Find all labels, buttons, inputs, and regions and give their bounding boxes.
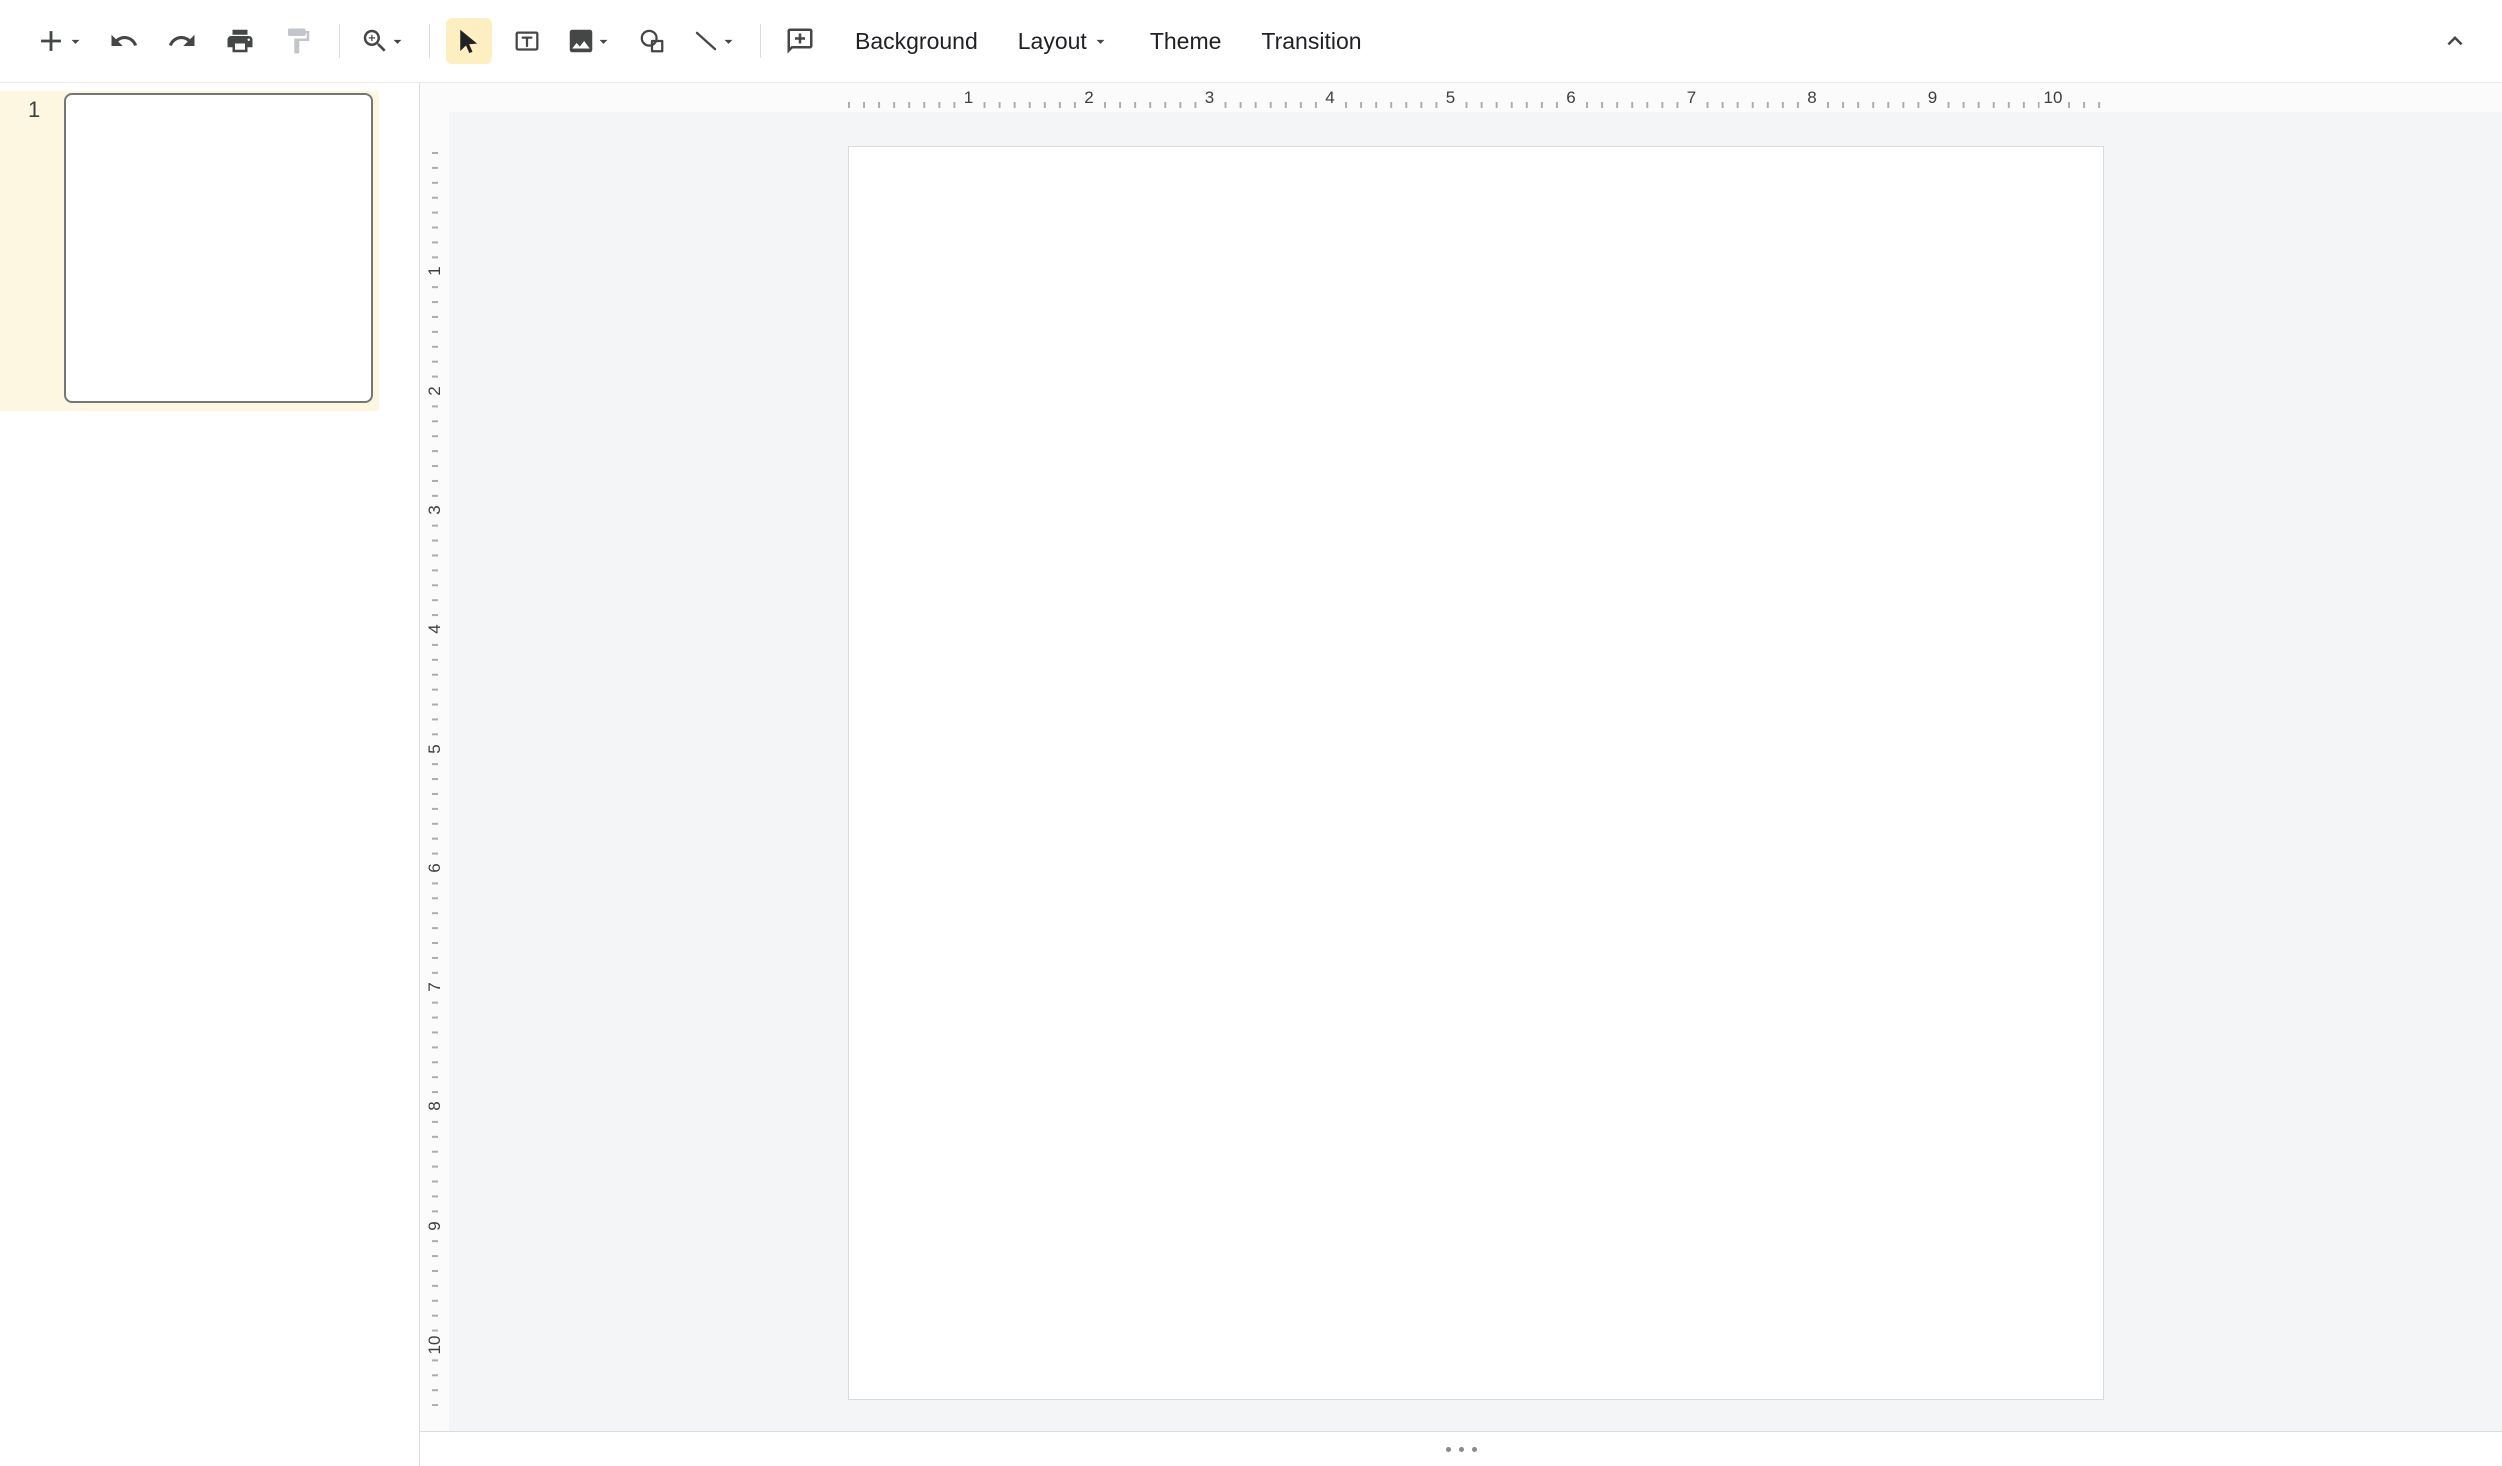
plus-icon xyxy=(34,24,68,58)
select-cursor-icon xyxy=(454,26,484,56)
zoom-in-icon xyxy=(360,26,390,56)
v-ruler-label: 8 xyxy=(424,1098,446,1115)
chevron-down-icon xyxy=(596,32,613,51)
background-button[interactable]: Background xyxy=(835,18,998,64)
speaker-notes-resize-bar[interactable] xyxy=(420,1431,2502,1466)
shape-icon xyxy=(637,26,667,56)
vertical-ruler-ticks: 1 2 3 4 5 6 7 8 9 10 xyxy=(420,152,449,1406)
h-ruler-label: 4 xyxy=(1321,86,1338,109)
ruler-corner xyxy=(420,83,449,112)
h-ruler-label: 3 xyxy=(1201,86,1218,109)
line-icon xyxy=(691,26,721,56)
filmstrip: 1 xyxy=(0,83,420,1466)
chevron-down-icon xyxy=(721,32,738,51)
v-ruler-label: 1 xyxy=(424,263,446,280)
redo-icon xyxy=(167,26,197,56)
chevron-up-icon xyxy=(2440,26,2470,56)
image-icon xyxy=(566,26,596,56)
text-box-button[interactable] xyxy=(504,18,550,64)
chevron-down-icon xyxy=(390,32,407,51)
v-ruler-label: 4 xyxy=(424,620,446,637)
theme-button[interactable]: Theme xyxy=(1130,18,1242,64)
chevron-down-icon xyxy=(1091,32,1110,51)
paint-format-button[interactable] xyxy=(275,18,321,64)
slides-editor: { "toolbar": { "background_label": "Back… xyxy=(0,0,2502,1466)
h-ruler-label: 1 xyxy=(960,86,977,109)
h-ruler-label: 6 xyxy=(1562,86,1579,109)
v-ruler-label: 5 xyxy=(424,740,446,757)
insert-shape-button[interactable] xyxy=(629,18,675,64)
v-ruler-label: 6 xyxy=(424,859,446,876)
slide-canvas[interactable] xyxy=(848,146,2104,1400)
print-button[interactable] xyxy=(217,18,263,64)
toolbar: Background Layout Theme Transition xyxy=(0,0,2502,83)
print-icon xyxy=(225,26,255,56)
text-box-icon xyxy=(512,26,542,56)
h-ruler-label: 7 xyxy=(1683,86,1700,109)
layout-button[interactable]: Layout xyxy=(998,18,1130,64)
v-ruler-label: 10 xyxy=(424,1332,446,1359)
transition-button[interactable]: Transition xyxy=(1241,18,1381,64)
slide-thumbnail[interactable] xyxy=(64,93,373,403)
add-comment-icon xyxy=(785,26,815,56)
horizontal-ruler: 1 2 3 4 5 6 7 8 9 10 xyxy=(449,83,2502,112)
h-ruler-label: 5 xyxy=(1442,86,1459,109)
workspace: 1 2 3 4 5 6 7 8 9 10 1 2 3 4 5 6 7 8 9 10 xyxy=(420,83,2502,1432)
insert-line-button[interactable] xyxy=(687,18,742,64)
h-ruler-label: 10 xyxy=(2040,86,2067,109)
v-ruler-label: 7 xyxy=(424,978,446,995)
vertical-ruler: 1 2 3 4 5 6 7 8 9 10 xyxy=(420,112,449,1432)
v-ruler-label: 3 xyxy=(424,501,446,518)
new-slide-button[interactable] xyxy=(30,18,89,64)
horizontal-ruler-ticks: 1 2 3 4 5 6 7 8 9 10 xyxy=(848,83,2105,112)
drag-handle-icon[interactable] xyxy=(1446,1447,1477,1452)
zoom-button[interactable] xyxy=(356,18,411,64)
undo-icon xyxy=(109,26,139,56)
toolbar-separator xyxy=(339,24,340,58)
v-ruler-label: 9 xyxy=(424,1217,446,1234)
insert-comment-button[interactable] xyxy=(777,18,823,64)
h-ruler-label: 2 xyxy=(1080,86,1097,109)
redo-button[interactable] xyxy=(159,18,205,64)
h-ruler-label: 8 xyxy=(1803,86,1820,109)
layout-button-label: Layout xyxy=(1018,28,1087,55)
v-ruler-label: 2 xyxy=(424,382,446,399)
select-tool-button[interactable] xyxy=(446,18,492,64)
toolbar-separator xyxy=(760,24,761,58)
toolbar-separator xyxy=(429,24,430,58)
paint-format-icon xyxy=(283,26,313,56)
undo-button[interactable] xyxy=(101,18,147,64)
h-ruler-label: 9 xyxy=(1924,86,1941,109)
chevron-down-icon xyxy=(68,32,85,51)
insert-image-button[interactable] xyxy=(562,18,617,64)
slide-number: 1 xyxy=(28,97,40,123)
hide-menus-button[interactable] xyxy=(2432,18,2478,64)
